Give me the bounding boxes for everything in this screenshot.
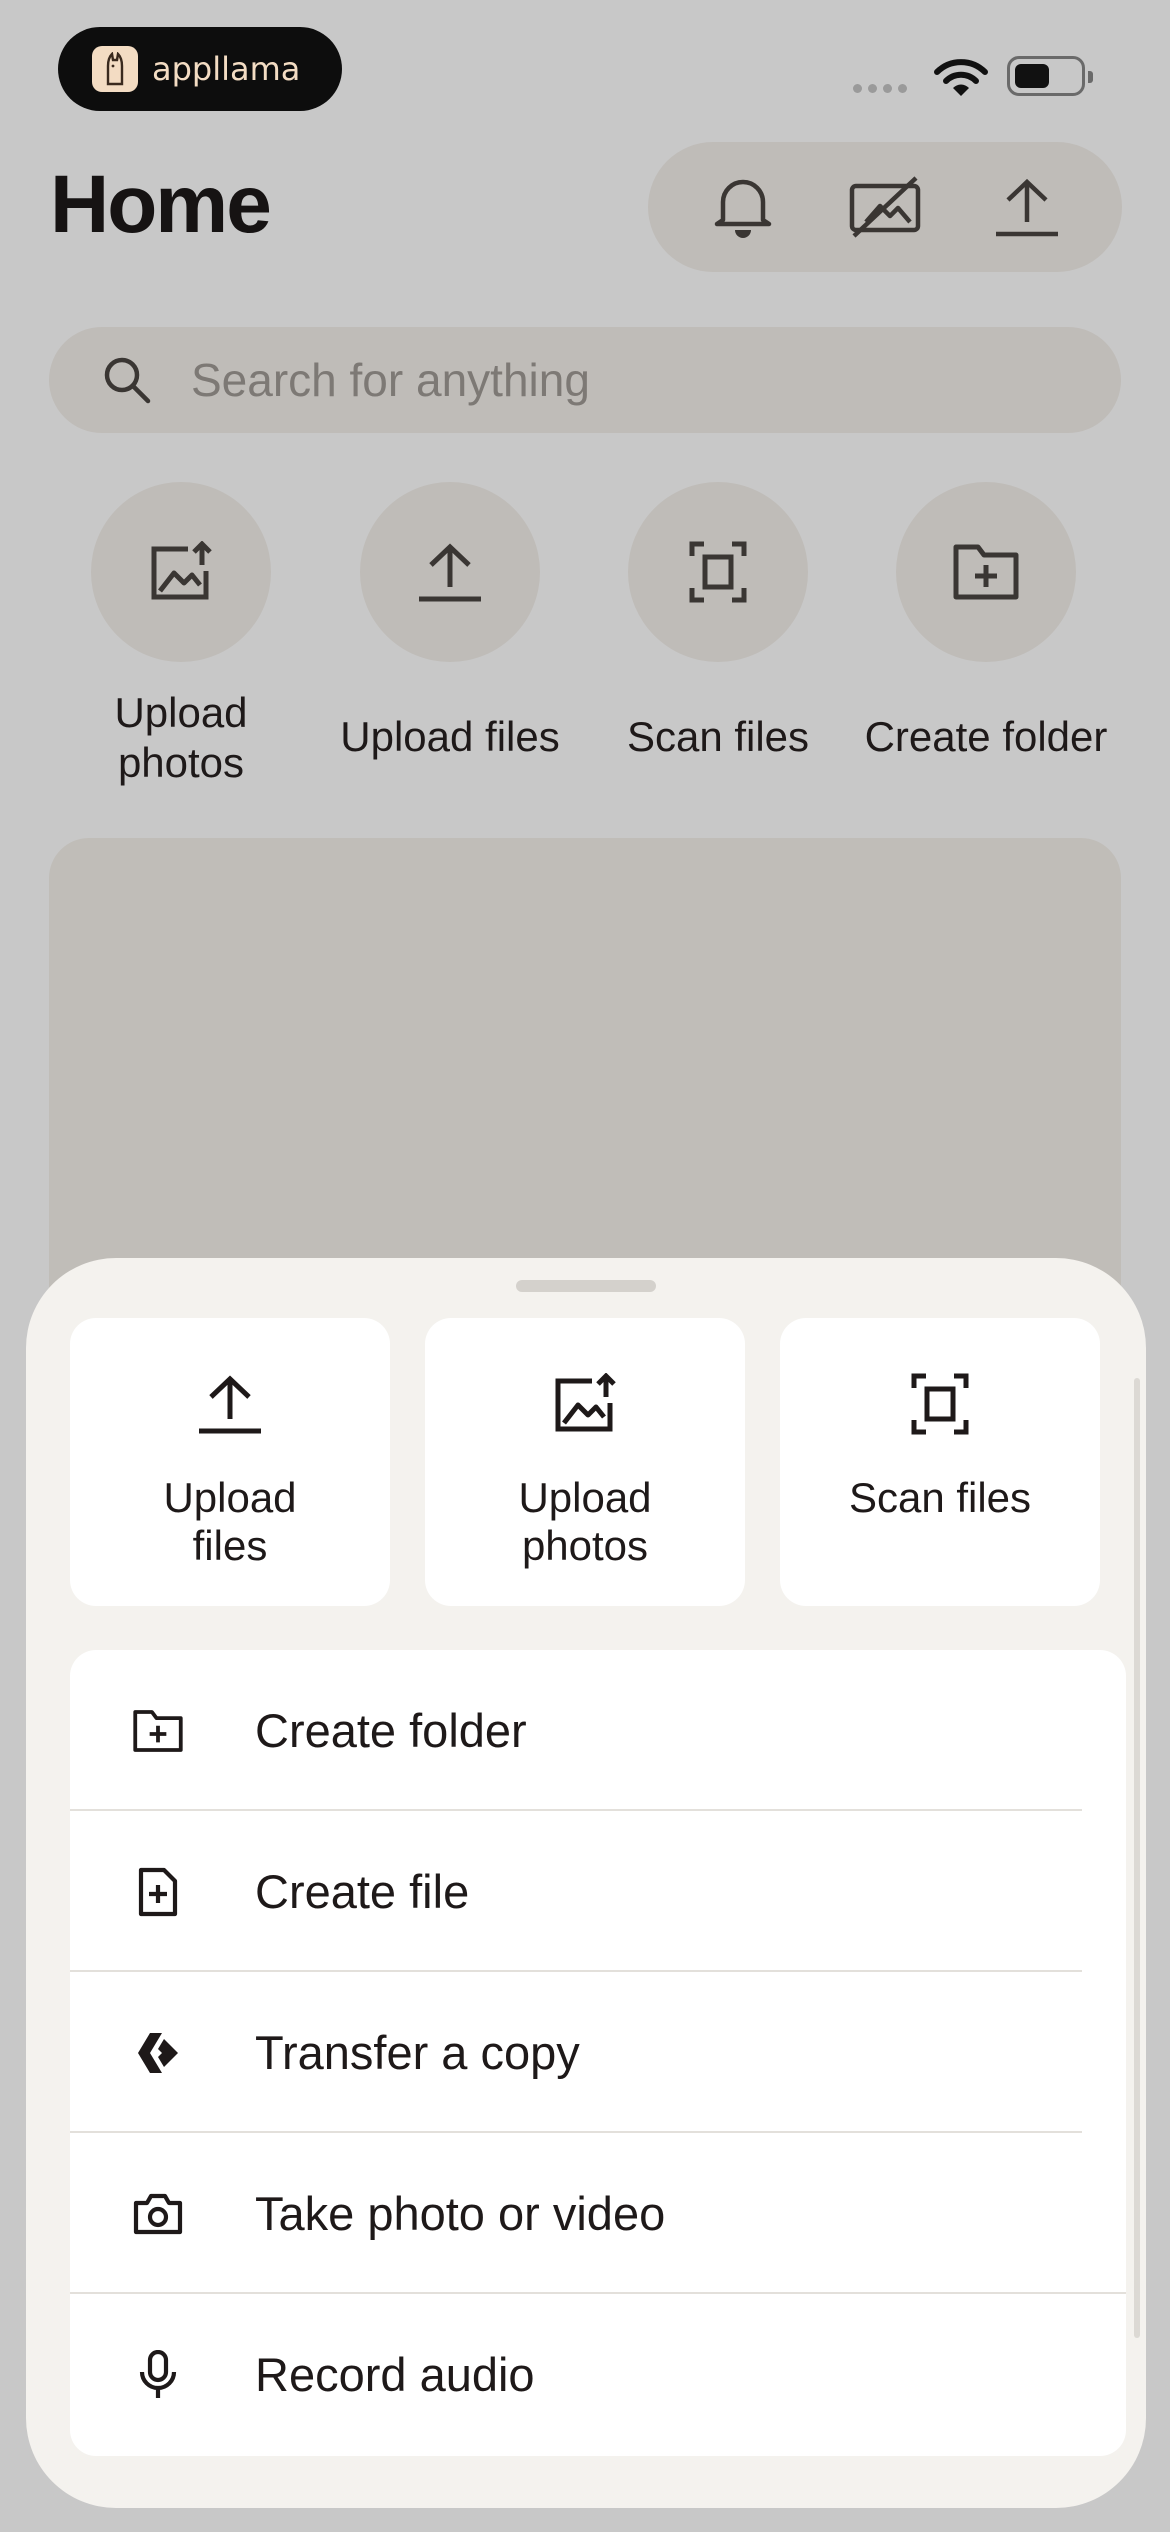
upload-icon <box>419 543 481 602</box>
bell-icon <box>714 179 772 238</box>
status-brand: appllama <box>152 50 301 88</box>
cellular-signal-icon <box>853 84 907 93</box>
llama-logo-icon <box>92 46 138 92</box>
menu-item-label: Record audio <box>255 2348 535 2401</box>
camera-uploads-off-icon <box>849 176 921 238</box>
page-title: Home <box>50 159 272 250</box>
menu-item-label: Create folder <box>255 1704 527 1757</box>
file-plus-icon <box>138 1867 178 1916</box>
menu-item-label: Take photo or video <box>255 2187 666 2240</box>
battery-icon <box>1007 56 1093 96</box>
search-icon <box>104 357 151 404</box>
camera-uploads-button[interactable] <box>835 157 935 257</box>
header-actions <box>648 142 1122 272</box>
menu-item-label: Create file <box>255 1865 470 1918</box>
status-pill: appllama <box>58 27 342 111</box>
upload-icon <box>996 178 1058 237</box>
quick-action-upload-files[interactable]: Upload files <box>316 482 584 762</box>
tile-scan-files[interactable]: Scan files <box>780 1318 1100 1606</box>
menu-item-create-folder[interactable]: Create folder <box>70 1650 1126 1811</box>
upload-photo-icon <box>151 541 212 600</box>
scan-icon <box>689 541 747 603</box>
tile-label: Upload photos <box>518 1474 652 1569</box>
quick-action-label: Create folder <box>864 713 1108 760</box>
quick-action-label: Upload files <box>340 713 560 760</box>
folder-plus-icon <box>953 544 1019 600</box>
quick-action-create-folder[interactable]: Create folder <box>852 482 1120 762</box>
search-input[interactable]: Search for anything <box>49 327 1121 433</box>
tile-upload-files[interactable]: Upload files <box>70 1318 390 1606</box>
menu-item-transfer-a-copy[interactable]: Transfer a copy <box>70 1972 1126 2133</box>
upload-button[interactable] <box>977 157 1077 257</box>
tile-label: Upload files <box>163 1474 297 1569</box>
create-options-list: Create folder Create file Transfer a cop… <box>70 1650 1126 2456</box>
quick-action-scan-files[interactable]: Scan files <box>584 482 852 762</box>
camera-icon <box>133 2193 183 2234</box>
quick-action-label: Upload photos <box>114 689 248 786</box>
menu-item-create-file[interactable]: Create file <box>70 1811 1126 1972</box>
menu-item-record-audio[interactable]: Record audio <box>70 2294 1126 2455</box>
transfer-icon <box>138 2032 178 2073</box>
create-bottom-sheet: Upload files Upload photos Scan files Cr… <box>26 1258 1146 2508</box>
scan-icon <box>911 1373 969 1435</box>
wifi-icon <box>933 58 989 102</box>
menu-item-label: Transfer a copy <box>255 2026 580 2079</box>
upload-icon <box>199 1375 261 1434</box>
quick-action-label: Scan files <box>626 713 810 760</box>
search-placeholder: Search for anything <box>191 354 590 406</box>
notifications-button[interactable] <box>693 157 793 257</box>
menu-item-take-photo-or-video[interactable]: Take photo or video <box>70 2133 1126 2294</box>
sheet-grabber[interactable] <box>516 1280 656 1292</box>
sheet-scrollbar[interactable] <box>1134 1378 1140 2338</box>
tile-label: Scan files <box>848 1474 1032 1521</box>
tile-upload-photos[interactable]: Upload photos <box>425 1318 745 1606</box>
upload-photo-icon <box>555 1373 616 1432</box>
quick-action-upload-photos[interactable]: Upload photos <box>47 482 315 788</box>
microphone-icon <box>139 2349 177 2398</box>
folder-plus-icon <box>133 1709 183 1752</box>
